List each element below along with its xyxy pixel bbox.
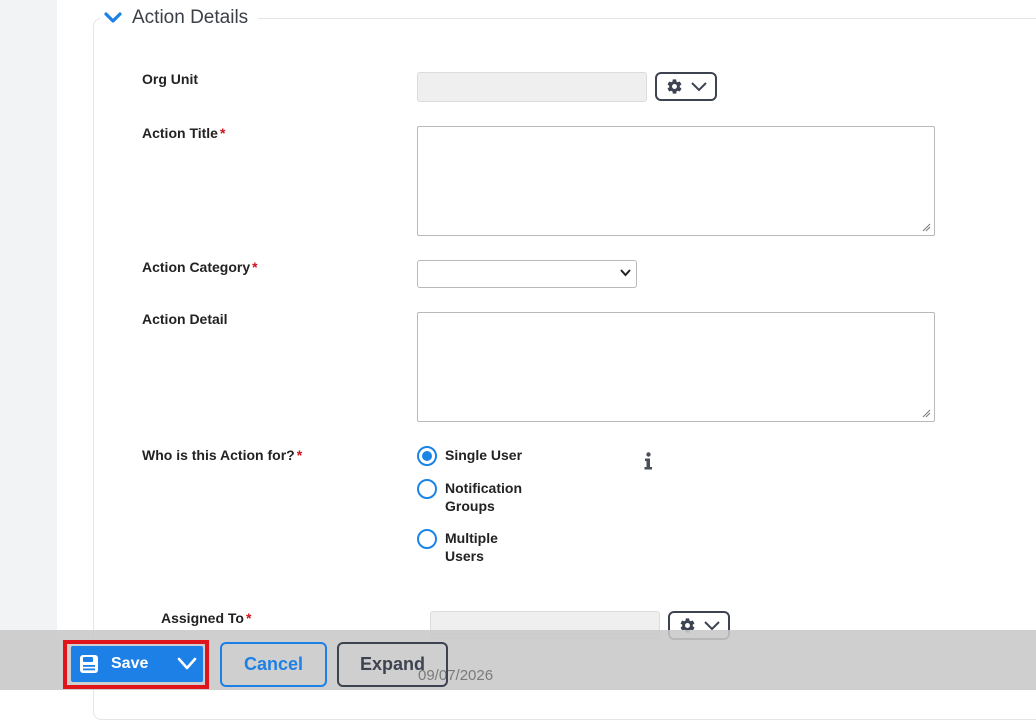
resize-grip-icon[interactable] [922,409,931,418]
chevron-down-icon [703,620,720,630]
action-detail-label-text: Action Detail [142,311,228,327]
save-label: Save [111,655,149,672]
gear-icon [667,79,681,94]
resize-grip-icon[interactable] [922,223,931,232]
required-marker: * [245,610,252,626]
required-marker: * [219,125,226,141]
radio-button[interactable] [417,446,437,466]
who-for-label: Who is this Action for? * [142,447,302,463]
org-unit-options-button[interactable] [655,72,717,101]
left-sidebar-strip [0,0,57,690]
chevron-down-icon[interactable] [177,657,197,671]
assigned-to-label: Assigned To * [161,610,251,626]
cancel-button[interactable]: Cancel [220,642,327,687]
save-button[interactable]: Save [71,646,203,682]
action-detail-textarea[interactable] [417,312,935,422]
radio-button[interactable] [417,529,437,549]
expand-button[interactable]: Expand [337,642,448,687]
assigned-to-label-text: Assigned To [161,610,244,626]
radio-multiple-users[interactable]: Multiple Users [417,529,535,565]
radio-label: Multiple Users [445,530,498,564]
section-title: Action Details [132,7,249,28]
required-marker: * [252,259,258,275]
radio-single-user[interactable]: Single User [417,446,535,466]
save-icon [80,655,98,673]
action-category-select[interactable] [417,260,637,288]
radio-button[interactable] [417,479,437,499]
org-unit-label: Org Unit [142,71,198,87]
radio-notification-groups[interactable]: Notification Groups [417,479,535,515]
action-title-textarea[interactable] [417,126,935,236]
chevron-down-icon [620,269,631,277]
radio-label: Single User [445,447,523,463]
action-category-label-text: Action Category [142,259,251,275]
org-unit-input[interactable] [417,72,647,102]
action-title-label: Action Title * [142,125,225,141]
action-detail-label: Action Detail [142,311,228,327]
section-header[interactable]: Action Details [100,5,259,31]
org-unit-label-text: Org Unit [142,71,198,87]
required-marker: * [296,447,303,463]
who-for-label-text: Who is this Action for? [142,447,295,463]
radio-label: Notification Groups [445,480,522,514]
chevron-down-icon [690,81,707,91]
action-title-label-text: Action Title [142,125,218,141]
action-category-label: Action Category * [142,259,258,275]
info-icon[interactable] [643,452,653,470]
chevron-down-icon[interactable] [104,12,122,24]
